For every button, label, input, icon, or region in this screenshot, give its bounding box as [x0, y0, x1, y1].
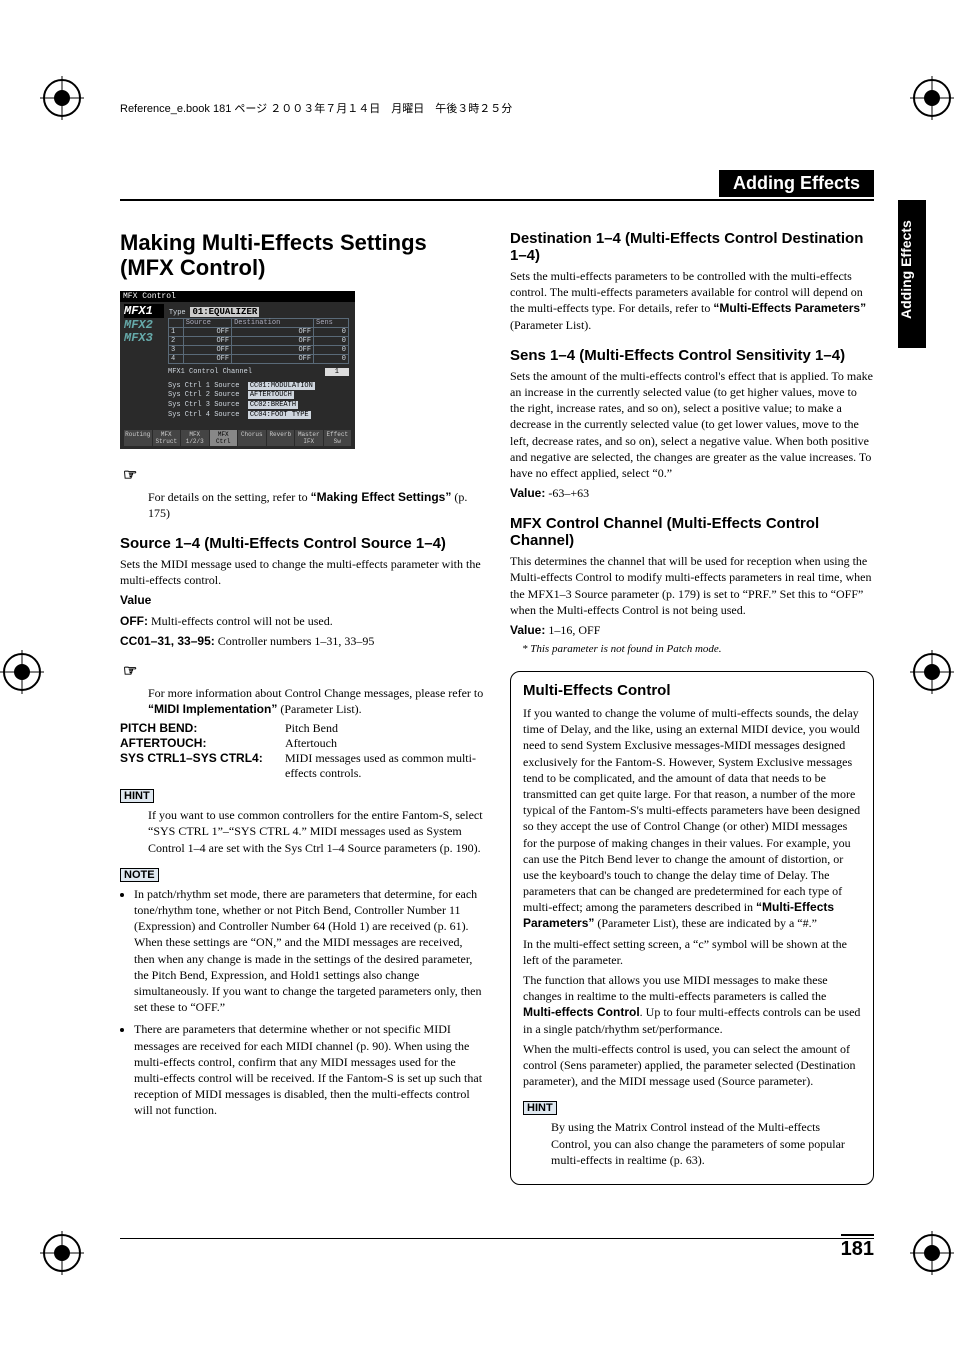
note-list: In patch/rhythm set mode, there are para…	[134, 886, 484, 1119]
box-p1: If you wanted to change the volume of mu…	[523, 705, 861, 932]
box-p4: When the multi-effects control is used, …	[523, 1041, 861, 1090]
screenshot-buttons: Routing MFX Struct MFX 1/2/3 MFX Ctrl Ch…	[124, 430, 351, 446]
box-hint-icon: HINT	[523, 1101, 557, 1115]
note-icon: NOTE	[120, 868, 159, 882]
sens-para: Sets the amount of the multi-effects con…	[510, 368, 874, 481]
mfx-tab-2: MFX2	[124, 318, 164, 332]
main-heading: Making Multi-Effects Settings (MFX Contr…	[120, 230, 484, 281]
type-value: 01:EQUALIZER	[190, 307, 259, 317]
source-para: Sets the MIDI message used to change the…	[120, 556, 484, 588]
value-label: Value	[120, 593, 151, 607]
ref-icon: ☞	[120, 465, 140, 485]
chan-para: This determines the channel that will be…	[510, 553, 874, 618]
content: Adding Effects Making Multi-Effects Sett…	[120, 170, 874, 1185]
sens-heading: Sens 1–4 (Multi-Effects Control Sensitiv…	[510, 347, 874, 364]
page-rule	[120, 1238, 874, 1239]
chan-note: * This parameter is not found in Patch m…	[522, 642, 874, 657]
meta-line: Reference_e.book 181 ページ ２００３年７月１４日 月曜日 …	[120, 100, 512, 116]
left-column: Making Multi-Effects Settings (MFX Contr…	[120, 230, 484, 1185]
reg-mark-tl	[40, 76, 84, 120]
mfx-tab-1: MFX1	[124, 304, 164, 318]
chan-value: Value: 1–16, OFF	[510, 622, 874, 638]
hint-text: If you want to use common controllers fo…	[148, 807, 484, 856]
page-number: 181	[841, 1234, 874, 1261]
row-pitch: PITCH BEND:Pitch Bend	[120, 721, 484, 736]
reg-mark-mr	[910, 650, 954, 694]
box-hint: By using the Matrix Control instead of t…	[551, 1119, 861, 1168]
row-after: AFTERTOUCH:Aftertouch	[120, 736, 484, 751]
box-heading: Multi-Effects Control	[523, 682, 861, 699]
note-1: In patch/rhythm set mode, there are para…	[134, 886, 484, 1016]
channel-value: 1	[325, 368, 349, 376]
dest-para: Sets the multi-effects parameters to be …	[510, 268, 874, 333]
box-p2: In the multi-effect setting screen, a “c…	[523, 936, 861, 968]
ref-text: For details on the setting, refer to “Ma…	[148, 489, 484, 521]
device-screenshot: MFX Control MFX1 Type 01:EQUALIZER MFX2 …	[120, 291, 355, 449]
row-sysctrl: SYS CTRL1–SYS CTRL4:MIDI messages used a…	[120, 751, 484, 781]
header-title: Adding Effects	[719, 170, 874, 197]
mfx-tab-3: MFX3	[124, 331, 164, 345]
reg-mark-br	[910, 1231, 954, 1275]
reg-mark-ml	[0, 650, 44, 694]
right-column: Destination 1–4 (Multi-Effects Control D…	[510, 230, 874, 1185]
more-info: For more information about Control Chang…	[148, 685, 484, 717]
channel-label: MFX1 Control Channel	[168, 368, 252, 376]
source-heading: Source 1–4 (Multi-Effects Control Source…	[120, 535, 484, 552]
hint-icon: HINT	[120, 789, 154, 803]
cc-line: CC01–31, 33–95: Controller numbers 1–31,…	[120, 633, 484, 649]
off-line: OFF: Multi-effects control will not be u…	[120, 613, 484, 629]
header-bar: Adding Effects	[120, 170, 874, 201]
reg-mark-bl	[40, 1231, 84, 1275]
type-label: Type	[169, 309, 186, 317]
box-p3: The function that allows you use MIDI me…	[523, 972, 861, 1037]
chan-heading: MFX Control Channel (Multi-Effects Contr…	[510, 515, 874, 549]
info-box: Multi-Effects Control If you wanted to c…	[510, 671, 874, 1185]
side-tab: Adding Effects	[898, 200, 926, 348]
sens-value: Value: -63–+63	[510, 485, 874, 501]
screenshot-titlebar: MFX Control	[120, 291, 355, 302]
note-2: There are parameters that determine whet…	[134, 1021, 484, 1118]
reg-mark-tr	[910, 76, 954, 120]
screenshot-table: Source Destination Sens 1OFFOFF0 2OFFOFF…	[168, 318, 349, 364]
dest-heading: Destination 1–4 (Multi-Effects Control D…	[510, 230, 874, 264]
ref-icon-2: ☞	[120, 661, 140, 681]
